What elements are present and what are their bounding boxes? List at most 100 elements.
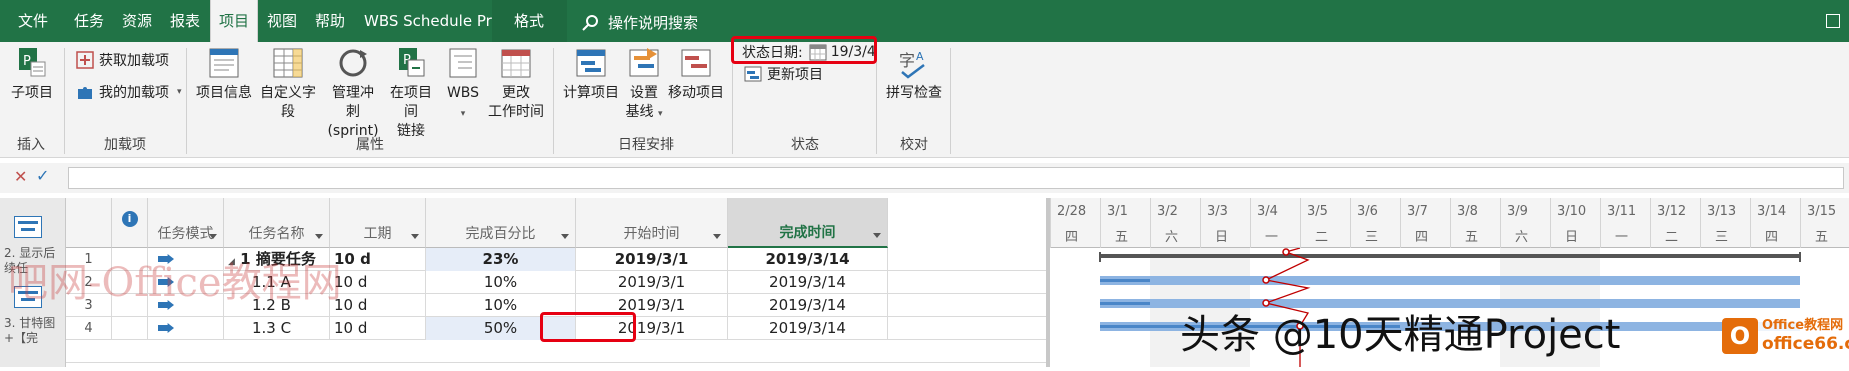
get-addins-button[interactable]: 获取加载项 [76,50,169,70]
finish-header[interactable]: 完成时间 [728,198,888,248]
start-header[interactable]: 开始时间 [576,198,728,248]
spelling-button[interactable]: 字A 拼写检查 [886,46,942,103]
chevron-down-icon[interactable] [873,233,881,238]
timescale-day: 3/2 六 [1150,198,1200,248]
move-project-label: 移动项目 [668,85,724,101]
tell-me-search[interactable]: 操作说明搜索 [582,12,698,33]
logo-text-top: Office教程网 [1762,318,1844,333]
start-header-label: 开始时间 [623,226,680,242]
restore-icon[interactable] [1826,14,1840,28]
timescale-day: 3/12 二 [1650,198,1700,248]
summary-bar[interactable] [1100,254,1800,258]
duration-cell[interactable]: 10 d [330,271,426,294]
timescale-weekday: 四 [1415,230,1429,245]
task-progress [1100,279,1150,282]
timescale-day: 3/9 六 [1500,198,1550,248]
group-schedule-label: 日程安排 [618,137,674,153]
group-addins-label: 加载项 [104,137,146,153]
finish-cell[interactable]: 2019/3/14 [728,271,888,294]
task-name-cell[interactable]: 1.3 C [224,317,330,340]
indicators-header[interactable]: i [112,198,148,248]
task-mode-header[interactable]: 任务模式 [148,198,224,248]
tab-format-label[interactable]: 格式 [514,0,544,42]
project-info-button[interactable]: 项目信息 [196,46,252,103]
timescale-weekday: 一 [1615,230,1629,245]
tab-task[interactable]: 任务 [74,0,104,42]
chevron-down-icon[interactable]: ▾ [177,87,182,97]
chevron-down-icon[interactable] [561,234,569,239]
view-item-2[interactable]: 3. 甘特图+【完 [4,316,62,364]
ribbon-separator [732,48,733,154]
table-row[interactable] [66,340,1046,363]
ribbon-separator [553,48,554,154]
change-working-time-button[interactable]: 更改 工作时间 [488,46,544,122]
timescale-weekday: 五 [1115,230,1129,245]
entry-field[interactable] [68,167,1844,189]
duration-cell[interactable]: 10 d [330,317,426,340]
tab-project[interactable]: 项目 [210,0,258,42]
duration-header[interactable]: 工期 [330,198,426,248]
indicator-cell [112,317,148,340]
duration-cell[interactable]: 10 d [330,294,426,317]
percent-complete-cell[interactable]: 10% [426,271,576,294]
confirm-icon[interactable]: ✓ [36,166,49,185]
finish-cell[interactable]: 2019/3/14 [728,317,888,340]
chevron-down-icon[interactable] [411,234,419,239]
task-name-header[interactable]: 任务名称 [224,198,330,248]
view-gantt-icon[interactable] [14,216,42,238]
group-proofing-label: 校对 [900,137,928,153]
chevron-down-icon[interactable] [209,234,217,239]
task-bar[interactable] [1100,276,1800,285]
task-progress [1100,302,1150,305]
my-addins-button[interactable]: 我的加载项 ▾ [76,82,182,102]
tab-wbs-schedule-pro[interactable]: WBS Schedule Pro [364,0,501,42]
links-between-projects-button[interactable]: P 在项目间 链接 [384,46,438,141]
task-mode-cell[interactable] [148,317,224,340]
manage-sprints-button[interactable]: 管理冲刺 (sprint) [326,46,380,141]
timescale-day: 3/3 日 [1200,198,1250,248]
row-number-header[interactable] [66,198,112,248]
timescale-date: 3/7 [1407,204,1428,219]
watermark-left: 吧网-Office教程网 [8,260,342,306]
start-cell[interactable]: 2019/3/1 [576,248,728,271]
puzzle-icon [78,87,92,99]
timescale-day: 3/5 二 [1300,198,1350,248]
update-project-button[interactable]: 更新项目 [744,64,823,84]
subproject-button[interactable]: P 子项目 [8,46,56,103]
timescale-weekday: 四 [1765,230,1779,245]
cancel-icon[interactable]: ✕ [14,167,27,186]
calculate-project-button[interactable]: 计算项目 [563,46,619,103]
tab-help[interactable]: 帮助 [315,0,345,42]
tab-view[interactable]: 视图 [267,0,297,42]
duration-cell[interactable]: 10 d [330,248,426,271]
tab-file[interactable]: 文件 [18,0,48,42]
tab-resource[interactable]: 资源 [122,0,152,42]
percent-complete-cell[interactable]: 23% [426,248,576,271]
percent-highlight [540,312,636,342]
timescale-date: 3/15 [1807,204,1837,219]
set-baseline-button[interactable]: 设置 基线 ▾ [622,46,666,124]
project-link-icon: P [399,48,425,77]
change-working-time-label-1: 更改 [502,85,530,101]
subproject-label: 子项目 [11,85,53,101]
percent-complete-header[interactable]: 完成百分比 [426,198,576,248]
start-cell[interactable]: 2019/3/1 [576,271,728,294]
custom-fields-button[interactable]: 自定义字段 [256,46,320,122]
move-project-button[interactable]: 移动项目 [668,46,724,103]
tab-report[interactable]: 报表 [170,0,200,42]
timescale-date: 3/14 [1757,204,1787,219]
timescale-weekday: 二 [1665,230,1679,245]
chevron-down-icon[interactable] [713,234,721,239]
percent-complete-header-label: 完成百分比 [465,226,536,242]
chevron-down-icon[interactable] [315,234,323,239]
row-number: 4 [66,317,112,340]
timescale-weekday: 四 [1065,230,1079,245]
wbs-button[interactable]: WBS ▾ [444,46,482,124]
baseline-icon [629,48,659,77]
timescale: 2/28 四 3/1 五 3/2 六 3/3 日 3/4 一 3/5 二 3/6 三 3/7 四… [1050,198,1849,248]
finish-cell[interactable]: 2019/3/14 [728,248,888,271]
auto-schedule-icon [158,323,174,333]
ribbon-separator [950,48,951,154]
finish-cell[interactable]: 2019/3/14 [728,294,888,317]
timescale-date: 3/8 [1457,204,1478,219]
